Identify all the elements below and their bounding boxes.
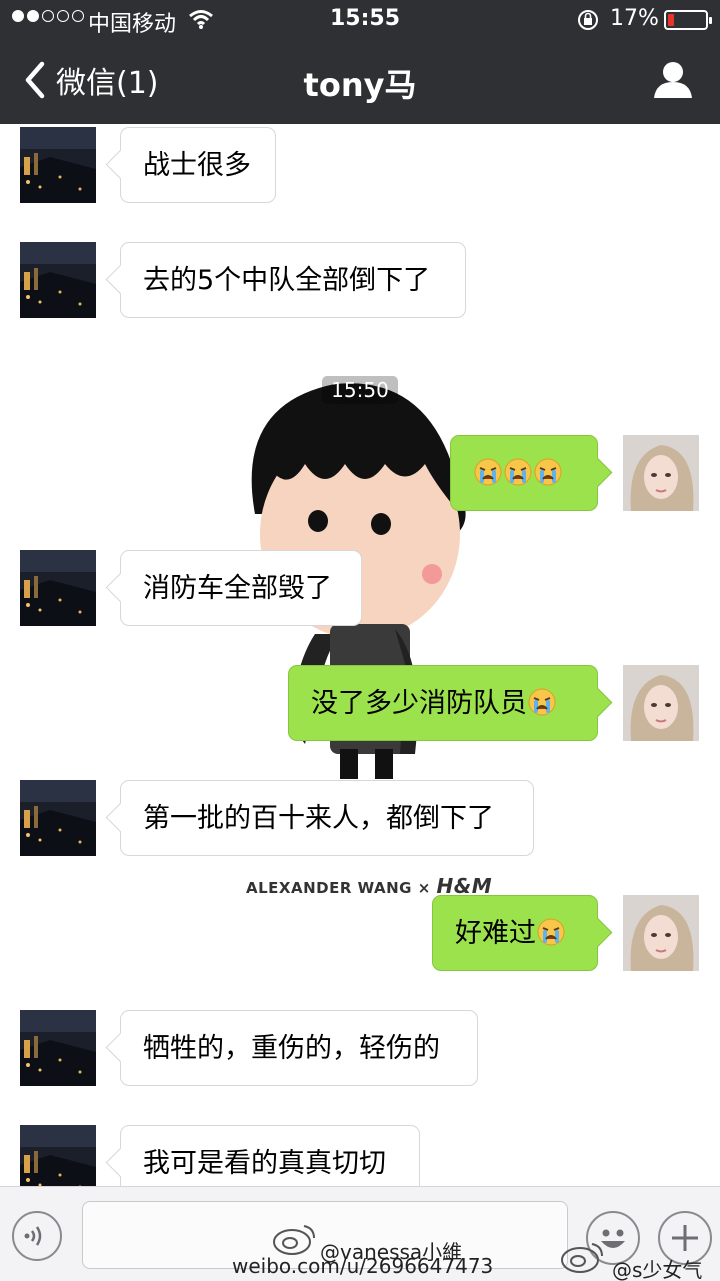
message-text: 去的5个中队全部倒下了 [143,265,431,296]
weibo-logo-icon [561,1243,603,1273]
contact-avatar[interactable] [20,127,96,203]
received-message-bubble[interactable]: 消防车全部毁了 [120,550,362,626]
my-avatar[interactable] [623,435,699,511]
message-text: 消防车全部毁了 [143,573,332,604]
navigation-bar: 微信(1) tony马 [0,40,720,124]
battery-fill [668,14,674,26]
sent-message-bubble[interactable]: 好难过 [432,895,598,971]
voice-input-button[interactable] [12,1211,62,1261]
received-message-bubble[interactable]: 第一批的百十来人，都倒下了 [120,780,534,856]
signal-dot [27,10,39,22]
sent-message-bubble[interactable]: 没了多少消防队员 [288,665,598,741]
weibo-logo-icon [273,1225,315,1255]
contact-avatar[interactable] [20,242,96,318]
signal-dot [12,10,24,22]
crying-face-icon [534,458,562,485]
signal-dot [42,10,54,22]
message-text: 第一批的百十来人，都倒下了 [143,803,494,834]
status-bar: 中国移动 15:55 17% [0,0,720,40]
crying-face-icon [474,458,502,485]
contact-avatar[interactable] [20,1010,96,1086]
carrier-name: 中国移动 [88,12,177,37]
message-text: 我可是看的真真切切 [143,1148,386,1179]
person-icon[interactable] [650,60,696,104]
crying-face-icon [537,918,565,945]
contact-avatar[interactable] [20,780,96,856]
weibo-url-watermark: weibo.com/u/2696647473 [232,1254,494,1278]
message-timestamp: 15:50 [322,376,398,404]
message-text: 好难过 [455,918,536,949]
brand-separator: × [417,879,431,897]
chat-title: tony马 [303,66,417,104]
received-message-bubble[interactable]: 我可是看的真真切切 [120,1125,420,1186]
signal-dot [72,10,84,22]
message-text: 战士很多 [143,150,251,181]
brand-name-a: ALEXANDER WANG [246,879,412,897]
received-message-bubble[interactable]: 去的5个中队全部倒下了 [120,242,466,318]
my-avatar[interactable] [623,665,699,741]
battery-percent: 17% [610,6,659,31]
message-text: 没了多少消防队员 [311,688,527,719]
crying-face-icon [504,458,532,485]
weibo-handle-watermark-2: @s少女气糖 [612,1258,703,1281]
voice-icon [24,1226,42,1246]
crying-face-icon [528,688,556,715]
contact-avatar[interactable] [20,1125,96,1186]
battery-icon [664,10,712,30]
chat-message-list[interactable]: ALEXANDER WANG × H&M 15:50 战士很多 去的5个中队全部倒… [0,124,720,1186]
message-text: 牺牲的，重伤的，轻伤的 [143,1033,440,1064]
sent-message-bubble[interactable] [450,435,598,511]
status-time: 15:55 [330,6,401,31]
signal-strength-indicator [12,10,84,22]
rotation-lock-icon [576,8,600,38]
my-avatar[interactable] [623,895,699,971]
signal-dot [57,10,69,22]
wifi-icon [188,8,214,36]
received-message-bubble[interactable]: 牺牲的，重伤的，轻伤的 [120,1010,478,1086]
contact-avatar[interactable] [20,550,96,626]
received-message-bubble[interactable]: 战士很多 [120,127,276,203]
